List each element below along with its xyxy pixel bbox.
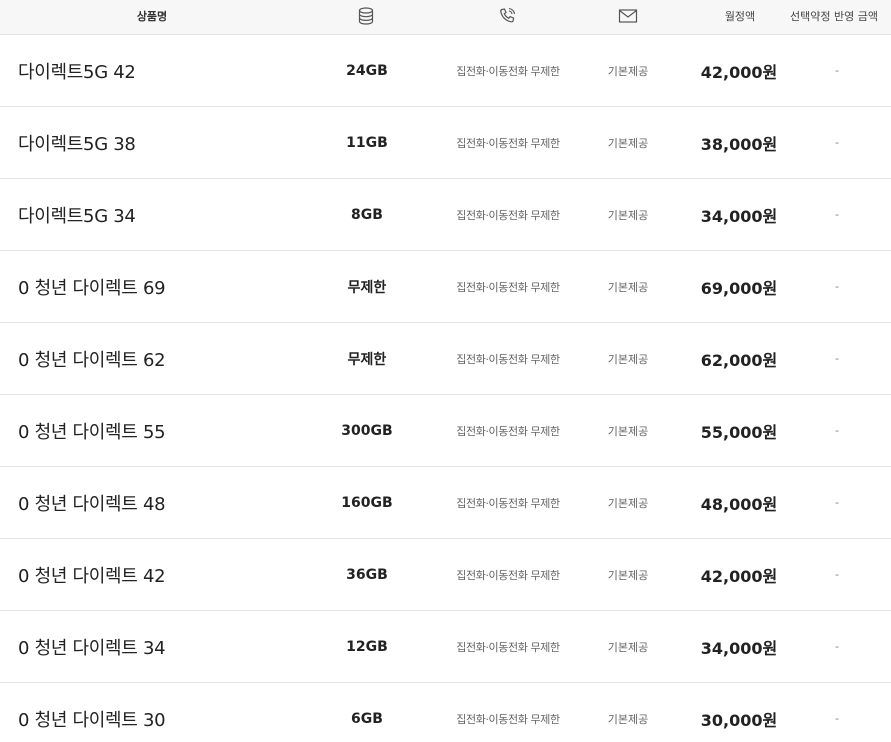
plan-data: 24GB xyxy=(346,62,388,79)
table-row[interactable]: 0 청년 다이렉트 69 무제한 집전화·이동전화 무제한 기본제공 69,00… xyxy=(0,251,891,323)
plan-discount: - xyxy=(835,352,839,365)
plan-table: 상품명 월정액 선택약정 반영 금액 다이렉트5G 42 24GB 집전화·이동… xyxy=(0,0,891,742)
plan-price: 55,000원 xyxy=(700,422,778,442)
plan-sms: 기본제공 xyxy=(607,352,649,366)
plan-data: 11GB xyxy=(346,134,388,151)
plan-data: 무제한 xyxy=(347,279,387,296)
plan-sms: 기본제공 xyxy=(607,424,649,438)
table-row[interactable]: 다이렉트5G 34 8GB 집전화·이동전화 무제한 기본제공 34,000원 … xyxy=(0,179,891,251)
plan-call: 집전화·이동전화 무제한 xyxy=(456,712,560,726)
table-row[interactable]: 0 청년 다이렉트 55 300GB 집전화·이동전화 무제한 기본제공 55,… xyxy=(0,395,891,467)
table-row[interactable]: 0 청년 다이렉트 42 36GB 집전화·이동전화 무제한 기본제공 42,0… xyxy=(0,539,891,611)
table-row[interactable]: 다이렉트5G 38 11GB 집전화·이동전화 무제한 기본제공 38,000원… xyxy=(0,107,891,179)
header-product-name: 상품명 xyxy=(136,10,168,23)
plan-data: 12GB xyxy=(346,638,388,655)
plan-name: 다이렉트5G 42 xyxy=(18,61,136,83)
plan-data: 8GB xyxy=(351,206,383,223)
plan-data: 36GB xyxy=(346,566,388,583)
plan-discount: - xyxy=(835,424,839,437)
header-discount: 선택약정 반영 금액 xyxy=(790,10,878,23)
plan-price: 42,000원 xyxy=(700,566,778,586)
plan-discount: - xyxy=(835,280,839,293)
plan-price: 69,000원 xyxy=(700,278,778,298)
plan-price: 62,000원 xyxy=(700,350,778,370)
plan-price: 38,000원 xyxy=(700,134,778,154)
plan-call: 집전화·이동전화 무제한 xyxy=(456,208,560,222)
plan-call: 집전화·이동전화 무제한 xyxy=(456,352,560,366)
phone-icon xyxy=(488,0,528,33)
plan-data: 160GB xyxy=(341,494,393,511)
plan-call: 집전화·이동전화 무제한 xyxy=(456,136,560,150)
plan-discount: - xyxy=(835,136,839,149)
plan-sms: 기본제공 xyxy=(607,208,649,222)
plan-name: 0 청년 다이렉트 55 xyxy=(18,421,166,443)
plan-discount: - xyxy=(835,568,839,581)
plan-price: 34,000원 xyxy=(700,638,778,658)
plan-call: 집전화·이동전화 무제한 xyxy=(456,568,560,582)
plan-sms: 기본제공 xyxy=(607,496,649,510)
table-header: 상품명 월정액 선택약정 반영 금액 xyxy=(0,0,891,35)
plan-name: 0 청년 다이렉트 42 xyxy=(18,565,166,587)
plan-price: 34,000원 xyxy=(700,206,778,226)
plan-sms: 기본제공 xyxy=(607,136,649,150)
plan-call: 집전화·이동전화 무제한 xyxy=(456,64,560,78)
database-icon xyxy=(346,0,386,33)
table-row[interactable]: 0 청년 다이렉트 62 무제한 집전화·이동전화 무제한 기본제공 62,00… xyxy=(0,323,891,395)
header-monthly-fee: 월정액 xyxy=(724,10,756,23)
plan-name: 0 청년 다이렉트 48 xyxy=(18,493,166,515)
plan-call: 집전화·이동전화 무제한 xyxy=(456,496,560,510)
table-row[interactable]: 다이렉트5G 42 24GB 집전화·이동전화 무제한 기본제공 42,000원… xyxy=(0,35,891,107)
plan-data: 무제한 xyxy=(347,351,387,368)
plan-data: 6GB xyxy=(351,710,383,727)
plan-price: 48,000원 xyxy=(700,494,778,514)
plan-discount: - xyxy=(835,208,839,221)
plan-price: 42,000원 xyxy=(700,62,778,82)
plan-call: 집전화·이동전화 무제한 xyxy=(456,640,560,654)
plan-discount: - xyxy=(835,712,839,725)
plan-price: 30,000원 xyxy=(700,710,778,730)
table-row[interactable]: 0 청년 다이렉트 48 160GB 집전화·이동전화 무제한 기본제공 48,… xyxy=(0,467,891,539)
plan-call: 집전화·이동전화 무제한 xyxy=(456,280,560,294)
plan-discount: - xyxy=(835,64,839,77)
plan-discount: - xyxy=(835,496,839,509)
plan-sms: 기본제공 xyxy=(607,640,649,654)
envelope-icon xyxy=(608,0,648,33)
plan-sms: 기본제공 xyxy=(607,712,649,726)
plan-discount: - xyxy=(835,640,839,653)
plan-data: 300GB xyxy=(341,422,393,439)
plan-sms: 기본제공 xyxy=(607,280,649,294)
table-row[interactable]: 0 청년 다이렉트 34 12GB 집전화·이동전화 무제한 기본제공 34,0… xyxy=(0,611,891,683)
plan-name: 0 청년 다이렉트 30 xyxy=(18,709,166,731)
plan-sms: 기본제공 xyxy=(607,568,649,582)
plan-name: 다이렉트5G 34 xyxy=(18,205,136,227)
plan-name: 다이렉트5G 38 xyxy=(18,133,136,155)
plan-name: 0 청년 다이렉트 69 xyxy=(18,277,166,299)
plan-name: 0 청년 다이렉트 62 xyxy=(18,349,166,371)
plan-name: 0 청년 다이렉트 34 xyxy=(18,637,166,659)
plan-sms: 기본제공 xyxy=(607,64,649,78)
plan-call: 집전화·이동전화 무제한 xyxy=(456,424,560,438)
table-row[interactable]: 0 청년 다이렉트 30 6GB 집전화·이동전화 무제한 기본제공 30,00… xyxy=(0,683,891,742)
